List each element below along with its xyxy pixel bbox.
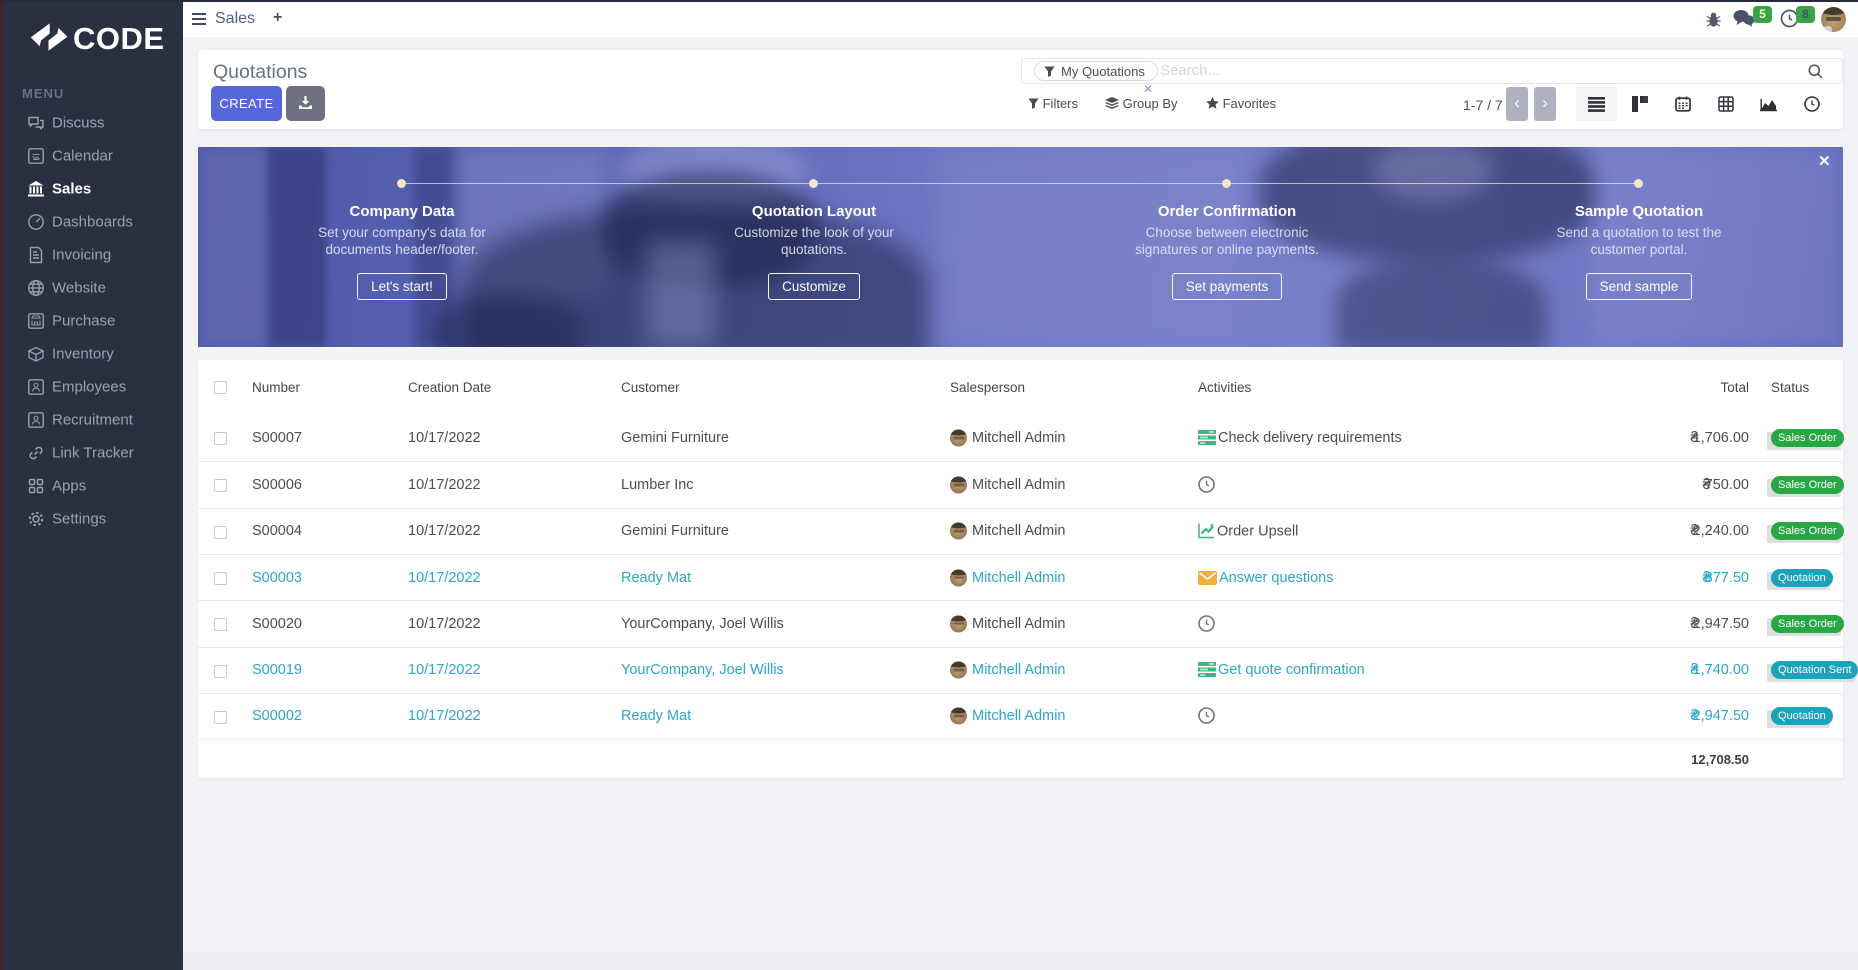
svg-text:CODE: CODE [73,21,165,55]
